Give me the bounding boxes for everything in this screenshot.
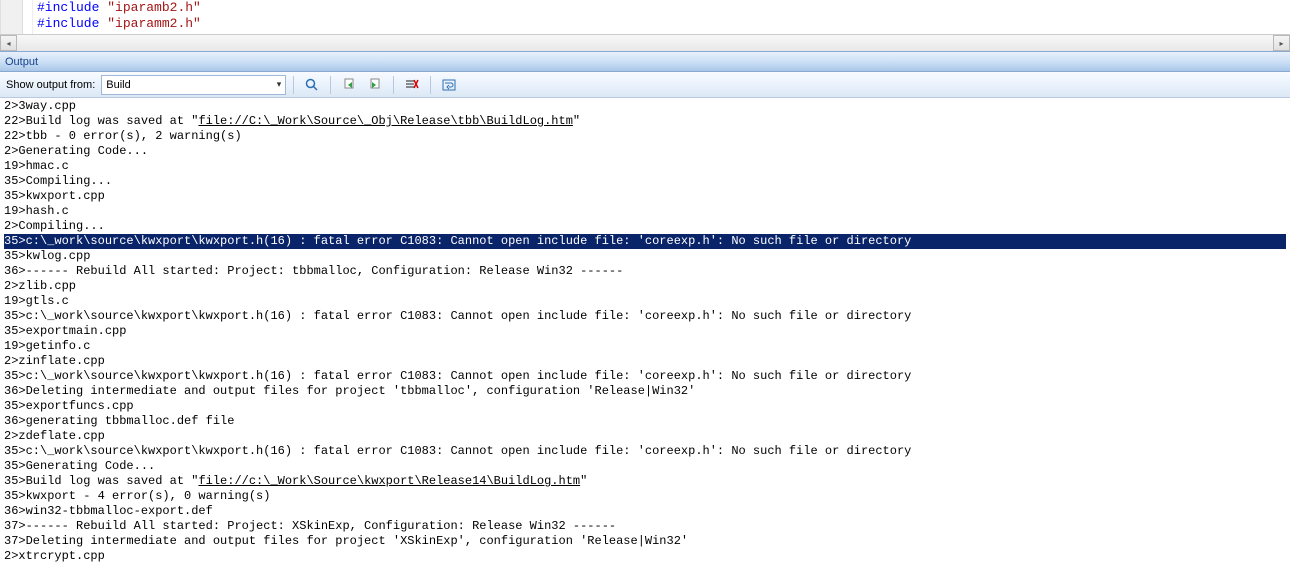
output-line[interactable]: 35>kwlog.cpp <box>4 249 1286 264</box>
output-line[interactable]: 19>hash.c <box>4 204 1286 219</box>
output-line[interactable]: 2>xtrcrypt.cpp <box>4 549 1286 564</box>
output-line[interactable]: 36>------ Rebuild All started: Project: … <box>4 264 1286 279</box>
output-line[interactable]: 35>c:\_work\source\kwxport\kwxport.h(16)… <box>4 444 1286 459</box>
output-line[interactable]: 37>Deleting intermediate and output file… <box>4 534 1286 549</box>
clear-all-button[interactable] <box>401 74 423 96</box>
output-line[interactable]: 2>zdeflate.cpp <box>4 429 1286 444</box>
toolbar-separator <box>393 76 394 94</box>
clear-all-icon <box>404 77 420 93</box>
output-line[interactable]: 35>kwxport - 4 error(s), 0 warning(s) <box>4 489 1286 504</box>
output-line[interactable]: 35>kwxport.cpp <box>4 189 1286 204</box>
next-message-button[interactable] <box>364 74 386 96</box>
output-line[interactable]: 35>Compiling... <box>4 174 1286 189</box>
previous-message-button[interactable] <box>338 74 360 96</box>
show-output-from-label: Show output from: <box>6 79 95 91</box>
previous-message-icon <box>341 77 357 93</box>
output-line[interactable]: 35>Generating Code... <box>4 459 1286 474</box>
output-line[interactable]: 35>exportfuncs.cpp <box>4 399 1286 414</box>
output-line[interactable]: 19>hmac.c <box>4 159 1286 174</box>
output-line[interactable]: 37>------ Rebuild All started: Project: … <box>4 519 1286 534</box>
output-line[interactable]: 19>getinfo.c <box>4 339 1286 354</box>
output-panel-title: Output <box>5 56 38 68</box>
output-line[interactable]: 35>exportmain.cpp <box>4 324 1286 339</box>
output-line[interactable]: 36>Deleting intermediate and output file… <box>4 384 1286 399</box>
build-log-link[interactable]: file://c:\_Work\Source\kwxport\Release14… <box>198 474 580 488</box>
toolbar-separator <box>430 76 431 94</box>
output-line[interactable]: 36>win32-tbbmalloc-export.def <box>4 504 1286 519</box>
output-source-select[interactable]: Build <box>101 75 286 95</box>
output-line[interactable]: 19>gtls.c <box>4 294 1286 309</box>
output-line[interactable]: 2>zinflate.cpp <box>4 354 1286 369</box>
toolbar-separator <box>330 76 331 94</box>
code-keyword: #include <box>37 0 99 15</box>
find-icon <box>304 77 320 93</box>
output-line[interactable]: 2>Compiling... <box>4 219 1286 234</box>
output-toolbar: Show output from: Build <box>0 72 1290 98</box>
output-line[interactable]: 35>c:\_work\source\kwxport\kwxport.h(16)… <box>4 309 1286 324</box>
output-line[interactable]: 2>zlib.cpp <box>4 279 1286 294</box>
output-panel-header[interactable]: Output <box>0 51 1290 72</box>
horizontal-scrollbar[interactable]: ◂ ▸ <box>0 34 1290 51</box>
output-line[interactable]: 35>Build log was saved at "file://c:\_Wo… <box>4 474 1286 489</box>
toggle-word-wrap-icon <box>441 77 457 93</box>
toolbar-separator <box>293 76 294 94</box>
output-line[interactable]: 36>generating tbbmalloc.def file <box>4 414 1286 429</box>
output-line[interactable]: 22>Build log was saved at "file://C:\_Wo… <box>4 114 1286 129</box>
code-content[interactable]: #include "iparamb2.h" #include "iparamm2… <box>37 0 201 32</box>
output-line[interactable]: 35>c:\_work\source\kwxport\kwxport.h(16)… <box>4 234 1286 249</box>
code-string: "iparamm2.h" <box>107 16 201 31</box>
code-outline-margin <box>23 0 33 34</box>
output-line[interactable]: 2>3way.cpp <box>4 99 1286 114</box>
build-log-link[interactable]: file://C:\_Work\Source\_Obj\Release\tbb\… <box>198 114 572 128</box>
scroll-right-button[interactable]: ▸ <box>1273 35 1290 51</box>
next-message-icon <box>367 77 383 93</box>
code-string: "iparamb2.h" <box>107 0 201 15</box>
code-keyword: #include <box>37 16 99 31</box>
output-line[interactable]: 22>tbb - 0 error(s), 2 warning(s) <box>4 129 1286 144</box>
output-line[interactable]: 35>c:\_work\source\kwxport\kwxport.h(16)… <box>4 369 1286 384</box>
code-editor[interactable]: #include "iparamb2.h" #include "iparamm2… <box>0 0 1290 34</box>
scroll-left-button[interactable]: ◂ <box>0 35 17 51</box>
output-text-area[interactable]: 2>3way.cpp22>Build log was saved at "fil… <box>0 98 1290 564</box>
code-gutter <box>1 0 23 34</box>
find-button[interactable] <box>301 74 323 96</box>
output-source-selected-value: Build <box>106 79 130 91</box>
output-line[interactable]: 2>Generating Code... <box>4 144 1286 159</box>
toggle-word-wrap-button[interactable] <box>438 74 460 96</box>
